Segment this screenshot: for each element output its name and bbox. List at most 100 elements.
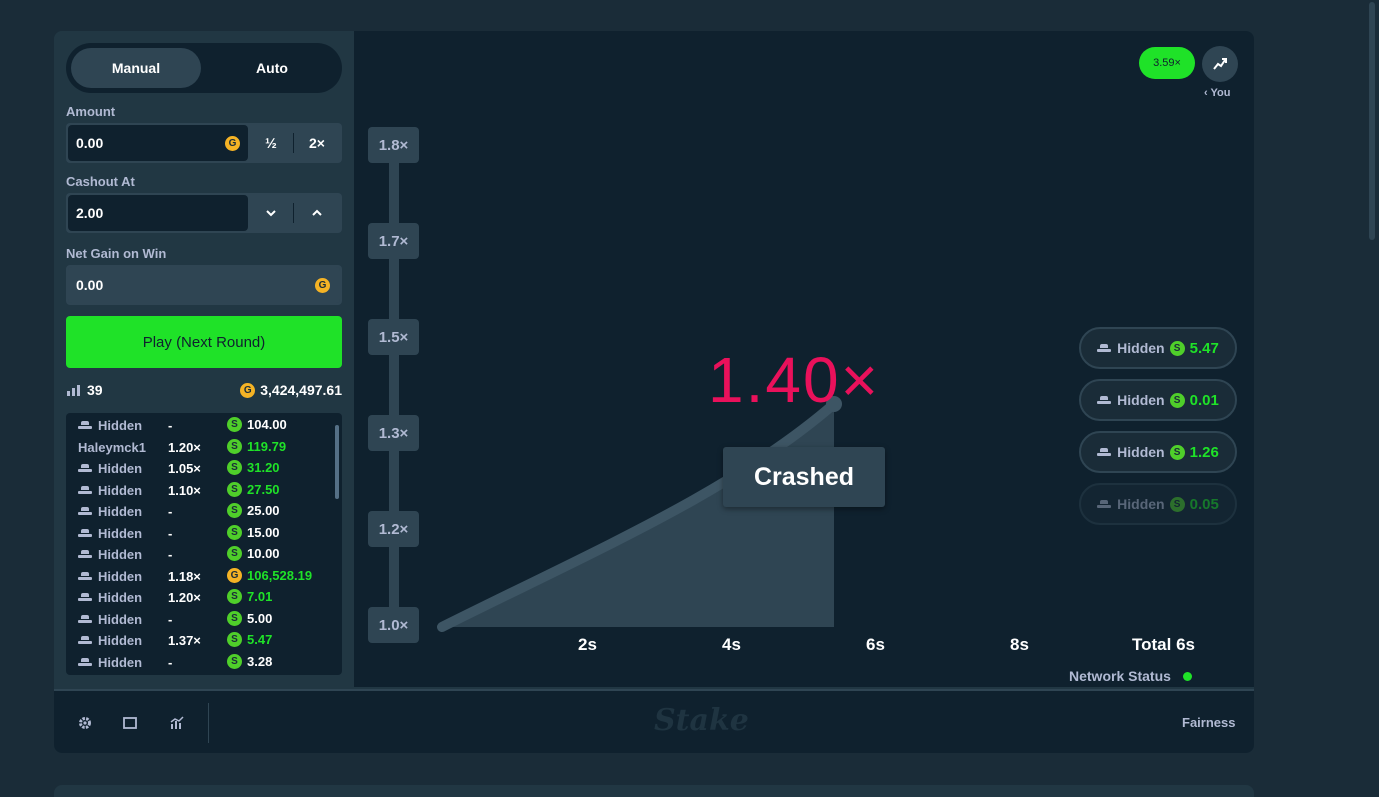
bet-amount-value: 104.00	[247, 417, 287, 432]
bet-player[interactable]: Hidden	[78, 655, 142, 670]
cashout-amount: 1.26	[1189, 443, 1219, 461]
bet-row[interactable]: Hidden - S 15.00	[66, 523, 328, 544]
page-scrollbar-thumb[interactable]	[1369, 2, 1375, 240]
cashout-pill[interactable]: Hidden S 0.01	[1079, 379, 1237, 421]
total-wagered-value: 3,424,497.61	[260, 382, 342, 398]
bet-player[interactable]: Hidden	[78, 418, 142, 433]
bet-player[interactable]: Hidden	[78, 633, 142, 648]
half-button[interactable]: ½	[250, 125, 292, 161]
sweeps-coin-icon: S	[227, 546, 242, 561]
bet-player[interactable]: Haleymck1	[78, 440, 146, 455]
sweeps-coin-icon: S	[227, 481, 242, 497]
bet-amount-value: 31.20	[247, 460, 280, 475]
bet-amount: G 106,528.19	[227, 567, 312, 583]
cashout-pill[interactable]: Hidden S 0.05	[1079, 483, 1237, 525]
bet-amount: S 104.00	[227, 417, 287, 432]
sweeps-coin-icon: S	[227, 417, 242, 432]
bet-amount-value: 15.00	[247, 524, 280, 540]
bet-player[interactable]: Hidden	[78, 504, 142, 519]
incognito-icon	[78, 421, 92, 430]
tab-auto[interactable]: Auto	[207, 48, 337, 88]
mode-toggle: Manual Auto	[66, 43, 342, 93]
cashout-player: Hidden	[1097, 392, 1165, 408]
bet-player-name: Hidden	[98, 654, 143, 670]
gold-coin-icon: G	[315, 278, 330, 293]
cashout-player-name: Hidden	[1117, 444, 1165, 460]
bet-row[interactable]: Hidden 1.37× S 5.47	[66, 630, 328, 651]
bet-row[interactable]: Hidden 1.18× G 106,528.19	[66, 566, 328, 587]
amount-input[interactable]: 0.00 G	[68, 125, 248, 161]
bet-multiplier: -	[168, 418, 173, 433]
bet-row[interactable]: Hidden 1.10× S 27.50	[66, 480, 328, 501]
decrease-button[interactable]	[250, 195, 292, 231]
bet-amount: S 25.00	[227, 503, 280, 518]
bet-row[interactable]: Hidden - S 25.00	[66, 501, 328, 522]
increase-button[interactable]	[294, 195, 340, 231]
bet-row[interactable]: Hidden 1.05× S 31.20	[66, 458, 328, 479]
bet-multiplier: 1.18×	[168, 568, 201, 584]
bet-player[interactable]: Hidden	[78, 547, 142, 562]
bet-row[interactable]: Hidden - S 3.28	[66, 652, 328, 673]
sweeps-coin-icon: S	[1169, 496, 1185, 512]
double-button[interactable]: 2×	[294, 125, 340, 161]
amount-label: Amount	[66, 104, 116, 119]
network-status-label: Network Status	[1069, 668, 1171, 684]
incognito-icon	[78, 550, 92, 559]
bet-player[interactable]: Hidden	[78, 569, 142, 584]
stats-button[interactable]	[163, 709, 191, 737]
bets-scrollbar[interactable]	[335, 425, 339, 499]
theatre-mode-button[interactable]	[116, 709, 144, 737]
bet-row[interactable]: Hidden - S 104.00	[66, 415, 328, 436]
tab-manual[interactable]: Manual	[71, 48, 201, 88]
crash-multiplier: 1.40×	[708, 344, 880, 416]
fairness-link[interactable]: Fairness	[1182, 715, 1235, 730]
incognito-icon	[78, 614, 92, 624]
bet-row[interactable]: Hidden 1.20× S 7.01	[66, 587, 328, 608]
bet-player[interactable]: Hidden	[78, 590, 142, 605]
incognito-icon	[1097, 395, 1112, 405]
bet-player[interactable]: Hidden	[78, 483, 142, 498]
cashout-pill[interactable]: Hidden S 1.26	[1079, 431, 1237, 473]
bet-player-name: Hidden	[98, 633, 143, 648]
bet-amount-value: 25.00	[247, 503, 280, 518]
bets-list[interactable]: Hidden - S 104.00 Haleymck1 1.20× S 119.79 Hidde…	[66, 413, 342, 675]
cashout-player-name: Hidden	[1117, 392, 1165, 408]
settings-button[interactable]	[71, 709, 99, 737]
chevron-up-icon	[312, 209, 322, 216]
bet-row[interactable]: Haleymck1 1.20× S 119.79	[66, 437, 328, 458]
bet-amount: S 7.01	[227, 589, 272, 604]
network-status[interactable]: Network Status	[1069, 668, 1192, 684]
net-gain-label: Net Gain on Win	[66, 246, 167, 261]
bet-amount: S 5.47	[227, 632, 272, 647]
bet-player[interactable]: Hidden	[78, 612, 142, 627]
bet-player-name: Hidden	[98, 568, 143, 584]
bet-row[interactable]: Hidden - S 10.00	[66, 544, 328, 565]
incognito-icon	[78, 636, 92, 645]
bet-row[interactable]: Hidden - S 5.00	[66, 609, 328, 630]
cashout-pill[interactable]: Hidden S 5.47	[1079, 327, 1237, 369]
game-footer: Stake Fairness	[54, 689, 1254, 753]
play-button[interactable]: Play (Next Round)	[66, 316, 342, 368]
total-time: Total 6s	[1132, 635, 1195, 654]
bet-amount: S 27.50	[227, 481, 280, 497]
cashout-amount: 0.01	[1189, 391, 1219, 409]
bet-player-name: Hidden	[98, 461, 143, 476]
bet-amount-value: 119.79	[247, 438, 287, 454]
bet-player[interactable]: Hidden	[78, 461, 142, 476]
gold-coin-icon: G	[240, 382, 256, 398]
bet-multiplier: -	[168, 525, 173, 541]
bet-multiplier: 1.37×	[168, 633, 201, 648]
cashout-player-name: Hidden	[1117, 340, 1165, 356]
player-count: 39	[66, 382, 103, 398]
sweeps-coin-icon: S	[227, 653, 242, 669]
bet-player[interactable]: Hidden	[78, 526, 142, 541]
x-tick-label: 8s	[1010, 635, 1029, 654]
cashout-input[interactable]: 2.00	[68, 195, 248, 231]
cashout-amount: 5.47	[1189, 339, 1219, 357]
cashout-label: Cashout At	[66, 174, 135, 189]
x-tick-label: 6s	[866, 635, 885, 654]
next-section	[54, 785, 1254, 797]
sweeps-coin-icon: S	[227, 438, 242, 454]
bet-player-name: Haleymck1	[78, 439, 146, 455]
page-scrollbar[interactable]	[1368, 0, 1379, 797]
